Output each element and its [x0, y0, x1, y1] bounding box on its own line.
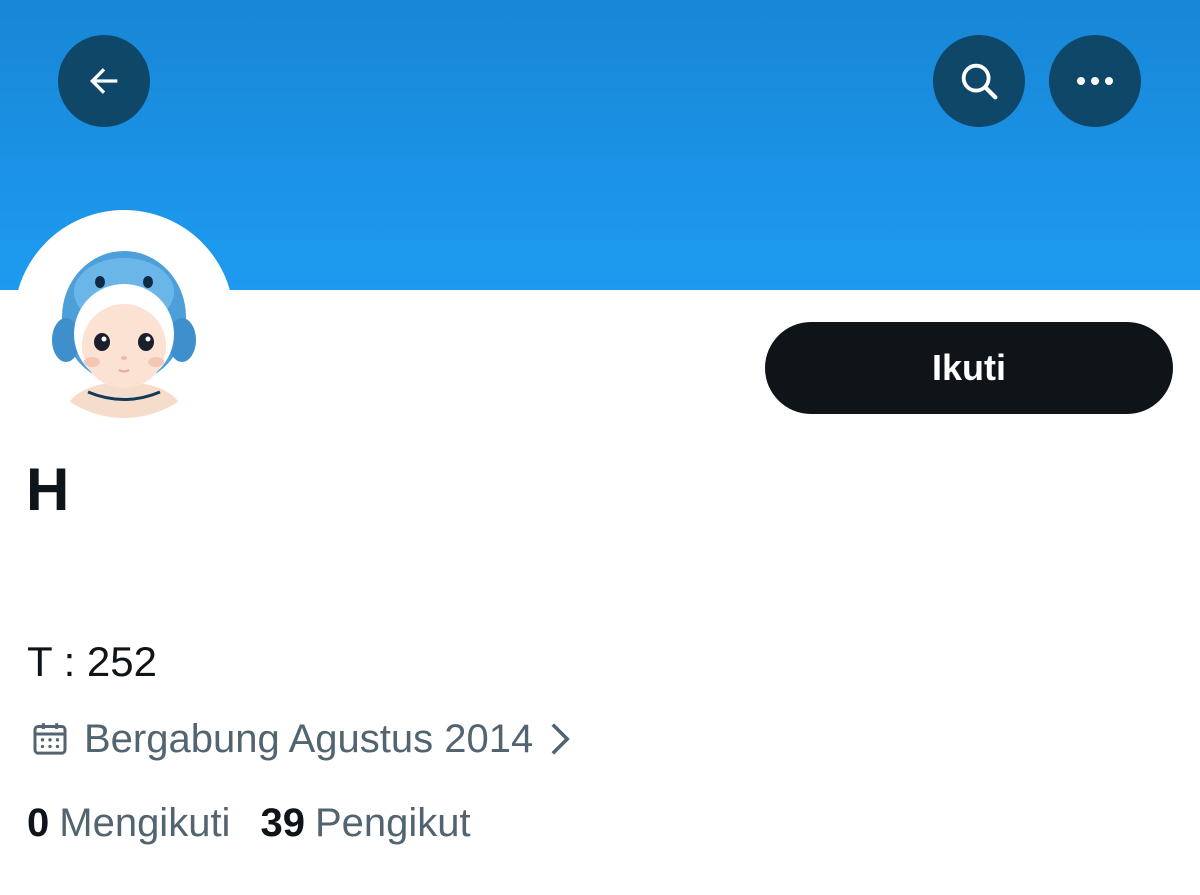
followers-label: Pengikut	[314, 800, 471, 845]
more-horizontal-icon	[1073, 74, 1117, 88]
joined-date-text: Bergabung Agustus 2014	[84, 716, 534, 761]
followers-stat[interactable]: 39 Pengikut	[260, 801, 470, 846]
following-count: 0	[27, 800, 50, 845]
more-options-button[interactable]	[1049, 35, 1141, 127]
avatar[interactable]	[26, 222, 222, 418]
avatar-frame	[14, 210, 234, 430]
chevron-right-icon	[549, 721, 571, 757]
calendar-icon	[30, 719, 70, 759]
search-button[interactable]	[933, 35, 1025, 127]
profile-page: Ikuti H T : 252 Bergabung Agustus 2014 0…	[0, 0, 1200, 895]
search-icon	[956, 58, 1002, 104]
follow-button[interactable]: Ikuti	[765, 322, 1173, 414]
joined-date-row[interactable]: Bergabung Agustus 2014	[30, 714, 571, 764]
arrow-left-icon	[84, 61, 124, 101]
back-button[interactable]	[58, 35, 150, 127]
following-stat[interactable]: 0 Mengikuti	[27, 801, 230, 846]
followers-count: 39	[260, 800, 305, 845]
follow-stats: 0 Mengikuti 39 Pengikut	[27, 796, 501, 850]
profile-bio: T : 252	[27, 638, 157, 685]
doll-avatar-icon	[26, 222, 222, 418]
following-label: Mengikuti	[59, 800, 231, 845]
display-name: H	[26, 456, 70, 523]
